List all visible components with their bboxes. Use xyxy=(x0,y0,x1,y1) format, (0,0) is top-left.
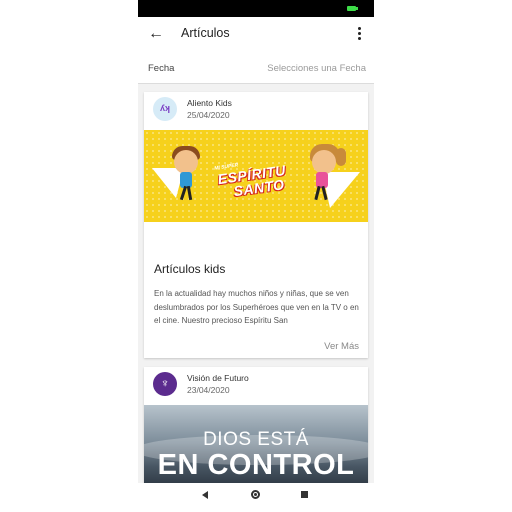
back-arrow-icon[interactable]: ← xyxy=(148,24,164,44)
nav-home-icon[interactable] xyxy=(251,490,260,499)
article-author: Aliento Kids xyxy=(187,98,232,108)
vision-de-futuro-logo-icon: ♆ xyxy=(153,372,177,396)
article-banner-image[interactable]: MI SUPER ESPÍRITU SANTO xyxy=(144,130,368,222)
article-title[interactable]: Artículos kids xyxy=(154,262,225,276)
date-filter-label: Fecha xyxy=(148,63,175,74)
article-card[interactable]: ♆ Visión de Futuro 23/04/2020 DIOS ESTÁ … xyxy=(144,367,368,487)
banner-text-line1: DIOS ESTÁ xyxy=(203,429,309,450)
article-excerpt: En la actualidad hay muchos niños y niña… xyxy=(154,289,359,325)
date-filter[interactable]: Fecha Selecciones una Fecha xyxy=(138,51,374,84)
system-nav-bar xyxy=(138,483,374,512)
app-bar: ← Artículos xyxy=(138,17,374,51)
date-picker-placeholder[interactable]: Selecciones una Fecha xyxy=(267,63,366,74)
boy-superhero-illustration xyxy=(152,142,202,222)
girl-superhero-illustration xyxy=(304,142,360,222)
more-options-icon[interactable] xyxy=(358,27,362,41)
article-date: 23/04/2020 xyxy=(187,385,230,395)
nav-back-icon[interactable] xyxy=(202,491,208,499)
aliento-kids-logo-icon: ʎʞ xyxy=(153,97,177,121)
article-card[interactable]: ʎʞ Aliento Kids 25/04/2020 MI SUPER ESPÍ… xyxy=(144,92,368,358)
phone-screen: ← Artículos Fecha Selecciones una Fecha … xyxy=(138,0,374,512)
read-more-link[interactable]: Ver Más xyxy=(324,341,359,352)
status-bar xyxy=(138,0,374,17)
banner-text-line2: EN CONTROL xyxy=(157,449,355,481)
nav-recents-icon[interactable] xyxy=(301,491,308,498)
battery-icon xyxy=(347,6,358,11)
page-title: Artículos xyxy=(181,26,230,40)
article-date: 25/04/2020 xyxy=(187,110,230,120)
article-author: Visión de Futuro xyxy=(187,373,249,383)
article-banner-image[interactable]: DIOS ESTÁ EN CONTROL xyxy=(144,405,368,487)
